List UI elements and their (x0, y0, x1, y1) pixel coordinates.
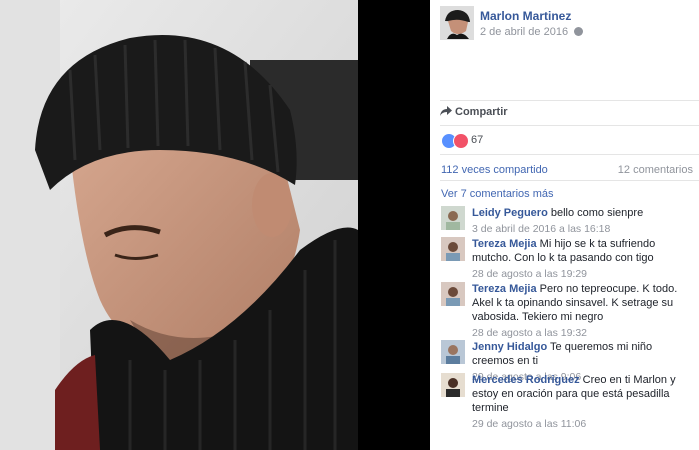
post-timestamp[interactable]: 2 de abril de 2016 (480, 26, 584, 38)
comment-text: bello como sienpre (550, 207, 644, 219)
post-header: Marlon Martinez 2 de abril de 2016 (440, 6, 699, 40)
comment-time[interactable]: 28 de agosto a las 19:32 (472, 326, 691, 340)
view-more-comments-link[interactable]: Ver 7 comentarios más (441, 188, 554, 200)
commenter-avatar[interactable] (441, 373, 465, 397)
reaction-count[interactable]: 67 (471, 134, 483, 146)
comments-count[interactable]: 12 comentarios (618, 164, 693, 176)
post-details-panel: Marlon Martinez 2 de abril de 2016 Compa… (430, 0, 699, 450)
lightbox-background (358, 0, 430, 450)
author-name[interactable]: Marlon Martinez (480, 9, 571, 23)
comment-author[interactable]: Jenny Hidalgo (472, 341, 547, 353)
globe-icon (574, 27, 584, 36)
comment-time[interactable]: 29 de agosto a las 11:06 (472, 417, 691, 431)
divider (440, 125, 699, 126)
share-arrow-icon (440, 106, 452, 116)
commenter-avatar[interactable] (441, 237, 465, 261)
photo-illustration (0, 0, 358, 450)
divider (440, 180, 699, 181)
divider (440, 154, 699, 155)
comment-time[interactable]: 28 de agosto a las 19:29 (472, 267, 691, 281)
commenter-avatar[interactable] (441, 282, 465, 306)
share-button[interactable]: Compartir (440, 106, 508, 118)
comment-author[interactable]: Leidy Peguero (472, 207, 548, 219)
shares-link[interactable]: 112 veces compartido (441, 164, 548, 176)
commenter-avatar[interactable] (441, 206, 465, 230)
divider (440, 100, 699, 101)
author-avatar[interactable] (440, 6, 474, 40)
love-reaction-icon (453, 133, 469, 149)
post-photo[interactable] (0, 0, 358, 450)
share-label: Compartir (455, 106, 508, 118)
post-date-text[interactable]: 2 de abril de 2016 (480, 26, 568, 38)
commenter-avatar[interactable] (441, 340, 465, 364)
comment-author[interactable]: Tereza Mejia (472, 283, 537, 295)
comment-author[interactable]: Tereza Mejia (472, 238, 537, 250)
comment-time[interactable]: 3 de abril de 2016 a las 16:18 (472, 222, 691, 236)
comment-author[interactable]: Mercedes Rodriguez (472, 374, 580, 386)
